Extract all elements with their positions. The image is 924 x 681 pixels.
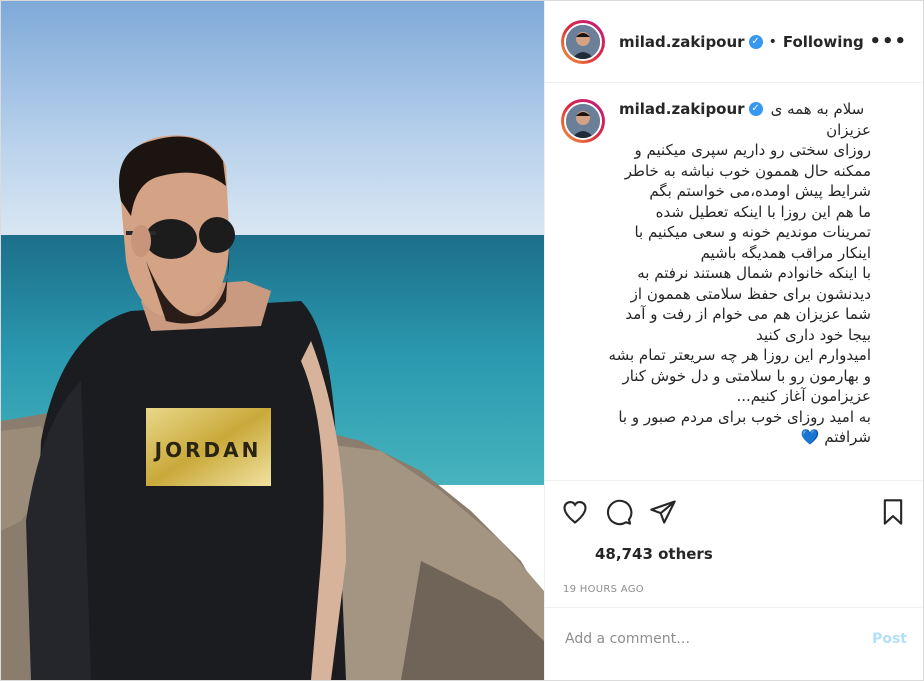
share-icon[interactable]	[649, 498, 677, 526]
caption-line: اینکار مراقب همدیگه باشیم	[700, 243, 871, 262]
caption-line: روزای سختی رو داریم سپری میکنیم و	[634, 141, 872, 159]
heart-icon[interactable]	[561, 498, 589, 526]
comment-bar: Post	[545, 608, 923, 670]
avatar[interactable]	[564, 22, 602, 61]
caption-line: دیدنشون برای حفظ سلامتی هممون از	[630, 284, 871, 303]
caption-line: به امید روزای خوب برای مردم صبور و با	[618, 407, 871, 426]
avatar-ring[interactable]	[561, 19, 605, 64]
caption-line: امیدوارم این روزا هر چه سریعتر تمام بشه	[608, 346, 871, 364]
caption-avatar[interactable]	[564, 102, 602, 140]
separator-dot: •	[768, 33, 777, 50]
caption-line: شرایط پیش اومده،می خواستم بگم	[649, 182, 871, 200]
caption-line: شما عزیزان هم می خوام از رفت و آمد	[625, 305, 871, 323]
caption-line: با اینکه خانوادم شمال هستند نرفتم به	[637, 264, 871, 282]
caption-line: تمرینات موندیم خونه و سعی میکنیم با	[634, 223, 871, 241]
caption-line: ما هم این روزا با اینکه تعطیل شده	[655, 202, 871, 221]
caption-avatar-ring[interactable]	[561, 99, 605, 143]
comment-input[interactable]	[563, 630, 873, 648]
action-bar	[545, 481, 923, 543]
comment-icon[interactable]	[605, 498, 633, 526]
caption-line: بیجا خود داری کنید	[756, 325, 871, 344]
header-username[interactable]: milad.zakipour	[619, 33, 745, 51]
beach-photo: JORDAN	[1, 1, 544, 680]
caption-area: milad.zakipour ✓ سلام به همه ی عزیزان رو…	[545, 83, 923, 481]
caption-line: عزیزان	[826, 120, 871, 139]
following-button[interactable]: Following	[783, 33, 864, 51]
shirt-text: JORDAN	[153, 438, 262, 462]
post-photo[interactable]: JORDAN	[1, 1, 544, 680]
bookmark-icon[interactable]	[879, 498, 907, 526]
caption-line: ممکنه حال هممون خوب نباشه به خاطر	[624, 161, 871, 180]
caption-line: سلام به همه ی	[770, 100, 865, 118]
caption-line: شرافتم 💙	[800, 428, 871, 446]
post-comment-button[interactable]: Post	[872, 631, 907, 647]
verified-badge-icon: ✓	[748, 34, 763, 49]
post-timestamp[interactable]: 19 HOURS AGO	[545, 573, 923, 608]
caption-text: milad.zakipour ✓ سلام به همه ی عزیزان رو…	[608, 99, 907, 480]
post-header: milad.zakipour ✓ • Following •••	[545, 1, 923, 83]
instagram-post: JORDAN milad.zakipour ✓ • Following •••	[0, 0, 924, 681]
post-sidebar: milad.zakipour ✓ • Following ••• milad.z…	[544, 1, 923, 680]
caption-line: عزیزامون آغاز کنیم...	[736, 387, 872, 405]
caption-verified-badge-icon: ✓	[748, 102, 763, 117]
caption-line: و بهارمون رو با سلامتی و دل خوش کنار	[622, 366, 871, 385]
caption-username[interactable]: milad.zakipour	[619, 99, 745, 120]
likes-count[interactable]: 48,743 others	[545, 543, 923, 565]
more-horizontal-icon[interactable]: •••	[869, 31, 907, 52]
